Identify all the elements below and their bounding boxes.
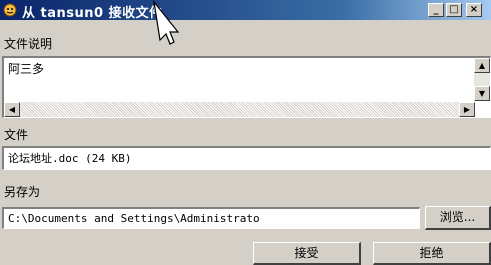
description-text: 阿三多 bbox=[8, 62, 45, 76]
file-name-value: 论坛地址.doc (24 KB) bbox=[8, 152, 132, 165]
app-icon bbox=[3, 3, 17, 17]
vertical-scrollbar[interactable]: ▲ ▼ bbox=[474, 58, 490, 101]
title-bar[interactable]: 从 tansun0 接收文件 _ □ × bbox=[0, 0, 491, 21]
window-title: 从 tansun0 接收文件 bbox=[22, 6, 163, 21]
mouse-cursor-icon bbox=[153, 0, 180, 45]
save-path-input[interactable]: C:\Documents and Settings\Administrato bbox=[2, 207, 420, 229]
browse-button[interactable]: 浏览... bbox=[425, 206, 491, 230]
reject-button[interactable]: 拒绝 bbox=[373, 242, 491, 265]
receive-file-dialog: 从 tansun0 接收文件 _ □ × 文件说明 阿三多 ▲ ▼ ◀ ▶ 文件… bbox=[0, 0, 491, 265]
scroll-up-icon[interactable]: ▲ bbox=[474, 58, 490, 73]
save-as-label: 另存为 bbox=[4, 185, 41, 199]
maximize-icon[interactable]: □ bbox=[446, 3, 462, 17]
close-icon[interactable]: × bbox=[466, 3, 482, 17]
scroll-left-icon[interactable]: ◀ bbox=[4, 102, 20, 117]
accept-button[interactable]: 接受 bbox=[253, 242, 361, 265]
scroll-right-icon[interactable]: ▶ bbox=[459, 102, 475, 117]
file-name-field: 论坛地址.doc (24 KB) bbox=[2, 146, 491, 170]
scroll-down-icon[interactable]: ▼ bbox=[474, 86, 490, 101]
horizontal-scrollbar[interactable]: ◀ ▶ bbox=[4, 102, 475, 117]
save-path-value: C:\Documents and Settings\Administrato bbox=[8, 212, 260, 225]
minimize-icon[interactable]: _ bbox=[428, 3, 444, 17]
description-textarea[interactable]: 阿三多 ▲ ▼ ◀ ▶ bbox=[2, 56, 491, 118]
description-label: 文件说明 bbox=[4, 37, 53, 51]
file-label: 文件 bbox=[4, 128, 29, 142]
